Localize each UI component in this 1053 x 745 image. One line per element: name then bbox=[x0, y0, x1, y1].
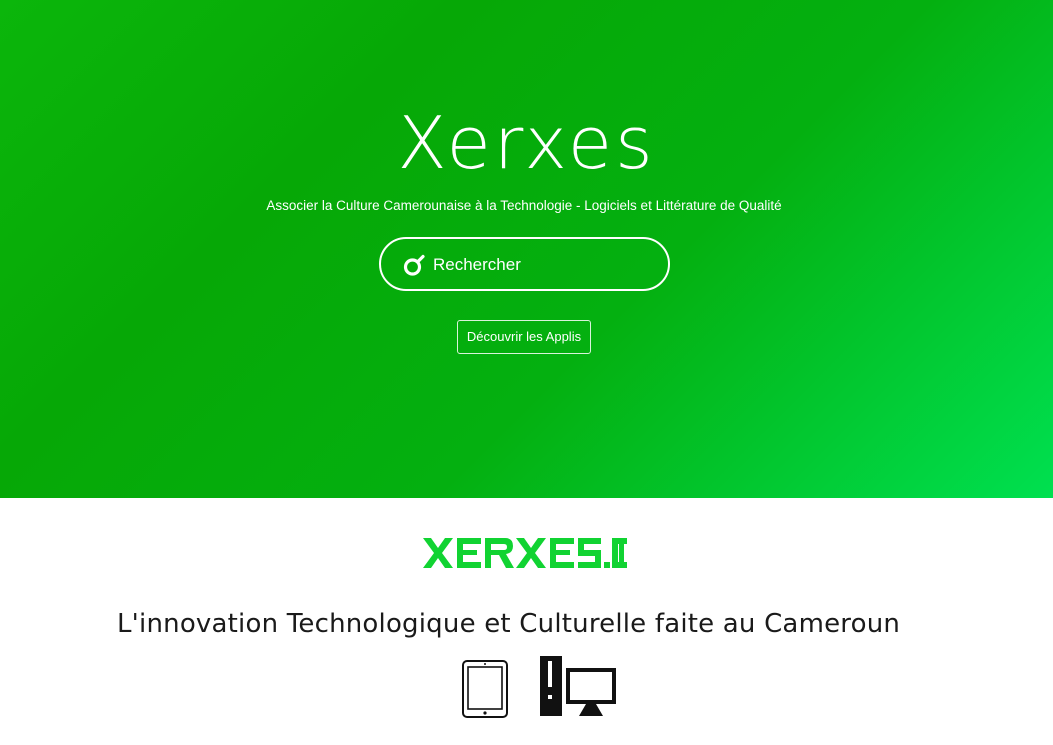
desktop-icon bbox=[540, 656, 616, 716]
search-icon bbox=[403, 254, 425, 276]
tagline: L'innovation Technologique et Culturelle… bbox=[117, 609, 901, 639]
tablet-icon bbox=[462, 660, 508, 718]
search-input[interactable] bbox=[433, 249, 653, 281]
discover-apps-button[interactable]: Découvrir les Applis bbox=[457, 320, 591, 354]
site-title: Xerxes bbox=[397, 101, 656, 185]
search-box[interactable] bbox=[379, 237, 670, 291]
xerxes-cm-logo bbox=[0, 534, 1053, 574]
site-subtitle: Associer la Culture Camerounaise à la Te… bbox=[266, 198, 782, 213]
hero-banner: Xerxes Associer la Culture Camerounaise … bbox=[0, 0, 1053, 498]
logo-wordmark bbox=[422, 538, 627, 568]
